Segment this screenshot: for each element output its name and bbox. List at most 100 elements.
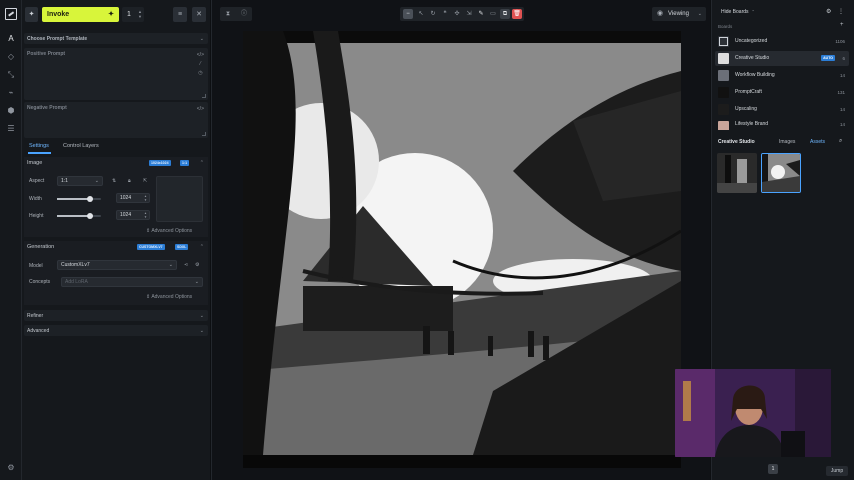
board-thumbnail (718, 36, 729, 47)
model-settings-icon[interactable]: ⚙ (195, 262, 199, 268)
size-icon[interactable]: ⇲ (464, 9, 474, 19)
advanced-section[interactable]: Advanced ⌄ (24, 325, 208, 336)
board-item-promptcraft[interactable]: PromptCraft 131 (715, 85, 849, 100)
image-section-title[interactable]: Image (27, 160, 42, 166)
settings-gear-icon[interactable]: ⚙ (6, 463, 16, 473)
quote-icon[interactable]: ❝ (440, 9, 450, 19)
more-icon[interactable]: ⋮ (838, 8, 844, 15)
width-slider[interactable] (57, 196, 101, 202)
board-count: 1106 (835, 39, 845, 44)
height-slider[interactable] (57, 213, 101, 219)
text-tool-icon[interactable]: A (6, 34, 16, 44)
cube-icon[interactable]: ⬢ (6, 106, 16, 116)
resize-handle[interactable] (202, 132, 206, 136)
queue-icon[interactable]: ☰ (6, 124, 16, 134)
stepper-arrows-icon[interactable]: ▲ ▼ (144, 194, 147, 202)
info-icon[interactable]: ⓘ (239, 9, 249, 19)
chevron-down-icon: ⌄ (199, 313, 204, 319)
invoke-logo-icon (5, 8, 17, 20)
canvas-viewer: ⧗ ⓘ − ↖ ↻ ❝ ✣ ⇲ ✎ ▭ ⧉ 🗑︎ ◉ Viewing ⌄ (211, 0, 710, 480)
gallery-image[interactable] (717, 153, 757, 193)
board-count: 14 (839, 122, 845, 127)
stepper-arrows-icon[interactable]: ▲ ▼ (138, 9, 142, 19)
chevron-down-icon: ⌄ (94, 178, 99, 184)
tab-settings[interactable]: Settings (29, 143, 49, 149)
width-input[interactable]: 1024 ▲ ▼ (116, 193, 150, 203)
gallery-thumbnail-village (762, 154, 800, 192)
iterations-stepper[interactable]: 1 ▲ ▼ (122, 7, 144, 22)
generation-advanced-options[interactable]: ⇕ Advanced Options (146, 294, 192, 300)
tab-control-layers[interactable]: Control Layers (63, 143, 99, 149)
stepper-arrows-icon[interactable]: ▲ ▼ (144, 211, 147, 219)
swap-icon[interactable]: ⇅ (112, 178, 116, 184)
optimal-size-icon[interactable]: ⇱ (143, 178, 147, 184)
height-slider-fill (57, 215, 89, 217)
minus-icon[interactable]: − (403, 9, 413, 19)
gallery-image-selected[interactable] (761, 153, 801, 193)
code-icon[interactable]: </> (197, 106, 204, 112)
wand-icon[interactable]: ⁄ (200, 61, 201, 67)
chevron-down-icon: ⌄ (199, 36, 204, 42)
board-item-workflow-building[interactable]: Workflow Building 14 (715, 68, 849, 83)
queue-menu-button[interactable]: ≡ (173, 7, 187, 22)
image-advanced-options[interactable]: ⇕ Advanced Options (146, 228, 192, 234)
aspect-select[interactable]: 1:1 ⌄ (57, 176, 103, 186)
code-icon[interactable]: </> (197, 52, 204, 58)
board-item-upscaling[interactable]: Upscaling 14 (715, 102, 849, 117)
refiner-section[interactable]: Refiner ⌄ (24, 310, 208, 321)
delete-icon[interactable]: 🗑︎ (512, 9, 522, 19)
add-board-icon[interactable]: + (840, 22, 844, 28)
page-button-current[interactable]: 1 (768, 464, 778, 474)
board-thumbnail (718, 121, 729, 130)
model-sync-icon[interactable]: ⋖ (184, 262, 188, 268)
positive-prompt-field[interactable]: Positive Prompt </> ⁄ ◷ (24, 48, 208, 100)
board-count: 131 (837, 90, 845, 95)
width-slider-handle[interactable] (87, 196, 93, 202)
jump-button[interactable]: Jump (826, 466, 848, 476)
hourglass-icon[interactable]: ⧗ (223, 9, 233, 19)
layers-icon[interactable]: ▭ (488, 9, 498, 19)
star-button[interactable]: ✦ (25, 7, 38, 22)
negative-prompt-field[interactable]: Negative Prompt </> (24, 102, 208, 138)
tab-images[interactable]: Images (779, 139, 795, 145)
copy-icon[interactable]: ⧉ (500, 9, 510, 19)
paint-icon[interactable]: ✎ (476, 9, 486, 19)
cancel-button[interactable]: ✕ (192, 7, 206, 22)
concepts-select[interactable]: Add LoRA ⌄ (61, 277, 203, 287)
eye-icon: ◉ (657, 10, 664, 17)
viewing-dropdown[interactable]: ◉ Viewing ⌄ (652, 7, 706, 21)
chevron-up-icon[interactable]: ⌃ (200, 160, 204, 166)
arrow-icon[interactable]: ↖ (416, 9, 426, 19)
invoke-logo-icon (719, 37, 728, 46)
board-item-creative-studio[interactable]: Creative Studio AUTO 6 (715, 51, 849, 66)
reuse-icon[interactable]: ↻ (428, 9, 438, 19)
generated-image[interactable] (243, 31, 681, 468)
generation-section-title[interactable]: Generation (27, 244, 54, 250)
seed-icon[interactable]: ✣ (452, 9, 462, 19)
chevron-up-icon[interactable]: ⌃ (200, 244, 204, 250)
lock-icon[interactable]: 🔒︎ (128, 178, 131, 184)
gear-icon[interactable]: ⚙ (826, 8, 831, 15)
board-item-uncategorized[interactable]: Uncategorized 1106 (715, 34, 849, 49)
height-input[interactable]: 1024 ▲ ▼ (116, 210, 150, 220)
ratio-badge: 1:1 (180, 160, 190, 166)
width-label: Width (29, 196, 42, 202)
prompt-template-select[interactable]: Choose Prompt Template ⌄ (24, 33, 208, 44)
tab-assets[interactable]: Assets (810, 139, 825, 145)
chevron-down-icon: ⌄ (168, 262, 173, 268)
brush-icon[interactable]: ◇ (6, 52, 16, 62)
model-select[interactable]: CustomXLv7 ⌄ (57, 260, 177, 270)
model-badge: CUSTOMXLV7 (137, 244, 165, 250)
expand-icon[interactable]: ⤡ (6, 70, 16, 80)
workflow-icon[interactable]: ⌁ (6, 88, 16, 98)
search-icon[interactable]: ⌕ (839, 138, 842, 145)
board-thumbnail (718, 70, 729, 81)
hide-boards-toggle[interactable]: Hide Boards ⌃ (721, 9, 755, 15)
history-icon[interactable]: ◷ (198, 70, 202, 76)
board-name: Uncategorized (735, 38, 768, 44)
board-item-lifestyle-brand[interactable]: Lifestyle Brand 14 (715, 119, 849, 130)
height-slider-handle[interactable] (87, 213, 93, 219)
resize-handle[interactable] (202, 94, 206, 98)
image-section: Image 1024x1024 1:1 ⌃ Aspect 1:1 ⌄ ⇅ 🔒︎ … (24, 157, 208, 237)
invoke-button[interactable]: Invoke ✦ (42, 7, 119, 22)
